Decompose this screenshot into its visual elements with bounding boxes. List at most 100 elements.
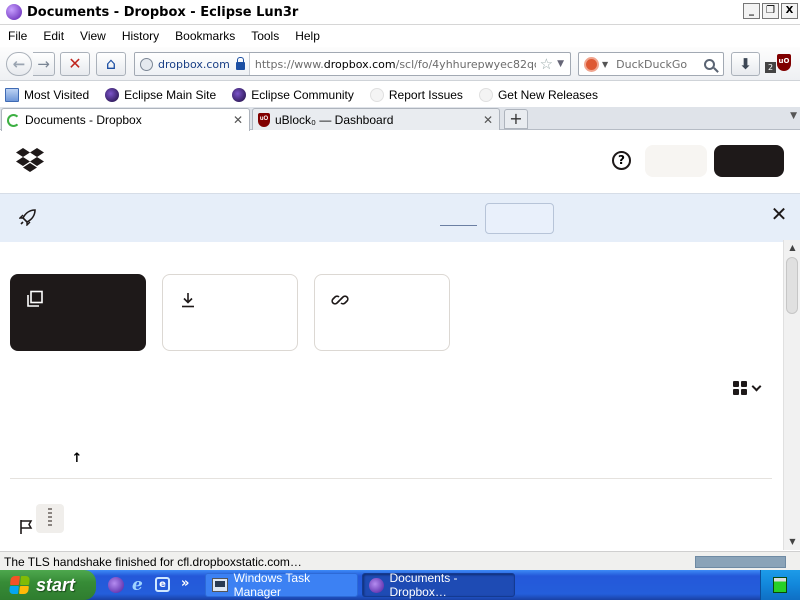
navigation-toolbar: ← → ✕ ⌂ dropbox.com https://www.dropbox.…	[0, 47, 800, 81]
forward-button[interactable]: →	[33, 52, 55, 76]
window-controls: _ ❐ X	[743, 3, 798, 19]
url-input[interactable]: https://www.dropbox.com/scl/fo/4yhhurepw…	[250, 58, 536, 71]
menu-view[interactable]: View	[79, 29, 112, 43]
task-manager-icon	[212, 578, 228, 592]
quicklaunch-browser-icon[interactable]: e	[155, 577, 170, 592]
ublock-shield-icon: uO	[777, 54, 791, 71]
menu-edit[interactable]: Edit	[42, 29, 70, 43]
tab-ublock-dashboard[interactable]: uO uBlock₀ — Dashboard ✕	[252, 108, 500, 130]
help-icon[interactable]: ?	[612, 151, 631, 170]
view-mode-toggle[interactable]	[733, 380, 771, 396]
quicklaunch-ie-icon[interactable]: e	[132, 577, 148, 594]
bookmark-most-visited[interactable]: Most Visited	[5, 87, 90, 102]
tab-list-chevron-icon[interactable]: ▼	[790, 111, 797, 121]
url-history-dropdown-icon[interactable]: ▼	[557, 59, 570, 69]
scroll-thumb[interactable]	[786, 257, 798, 314]
search-icon[interactable]	[704, 58, 715, 70]
close-window-button[interactable]: X	[781, 3, 798, 19]
downloads-button[interactable]: ⬇	[731, 52, 760, 76]
eclipse-icon	[369, 577, 384, 593]
scroll-down-arrow-icon[interactable]: ▼	[784, 534, 800, 550]
search-engine-dropdown-icon[interactable]: ▼	[602, 60, 608, 69]
search-input[interactable]: DuckDuckGo	[616, 58, 704, 71]
menu-bar: File Edit View History Bookmarks Tools H…	[0, 25, 800, 47]
windows-flag-icon	[9, 576, 31, 594]
copy-link-action-card[interactable]	[314, 274, 450, 351]
status-progress-bar	[695, 556, 786, 568]
bookmark-eclipse-main-site[interactable]: Eclipse Main Site	[105, 87, 217, 102]
back-button[interactable]: ←	[6, 52, 32, 76]
minimize-button[interactable]: _	[743, 3, 760, 19]
sort-arrow-up-icon[interactable]: ↑	[70, 451, 84, 467]
ublock-button[interactable]: uO 2	[765, 52, 796, 76]
status-bar: The TLS handshake finished for cfl.dropb…	[0, 551, 800, 570]
system-tray	[760, 570, 800, 600]
bookmark-book-icon	[5, 87, 19, 102]
bookmark-label: Report Issues	[388, 87, 463, 102]
sign-in-button[interactable]	[645, 145, 707, 177]
quicklaunch-eclipse-icon[interactable]	[108, 577, 124, 593]
new-tab-button[interactable]: +	[504, 109, 528, 129]
bookmark-eclipse-community[interactable]: Eclipse Community	[232, 87, 354, 102]
bookmark-label: Eclipse Main Site	[124, 87, 217, 102]
start-label: start	[36, 574, 76, 595]
stop-icon: ✕	[68, 54, 82, 73]
bookmark-get-new-releases[interactable]: Get New Releases	[478, 87, 598, 102]
tab-close-icon[interactable]: ✕	[231, 113, 245, 127]
task-label: Windows Task Manager	[233, 571, 311, 599]
window-titlebar: Documents - Dropbox - Eclipse Lun3r _ ❐ …	[0, 0, 800, 25]
taskbar-task-manager[interactable]: Windows Task Manager	[205, 571, 358, 599]
duckduckgo-icon[interactable]	[584, 56, 599, 72]
scroll-up-arrow-icon[interactable]: ▲	[784, 240, 800, 256]
download-action-card[interactable]	[162, 274, 298, 351]
banner-close-icon[interactable]: ✕	[770, 204, 788, 224]
link-icon	[331, 295, 349, 305]
list-header-divider	[10, 478, 772, 479]
url-bar[interactable]: dropbox.com https://www.dropbox.com/scl/…	[134, 52, 571, 76]
quicklaunch-more-chevron-icon[interactable]: »	[181, 576, 189, 591]
dropbox-header: ?	[0, 131, 800, 193]
menu-help[interactable]: Help	[294, 29, 326, 43]
zip-file-icon[interactable]	[36, 504, 64, 533]
windows-taskbar: start e e » Windows Task Manager Documen…	[0, 570, 800, 600]
chevron-down-icon	[751, 381, 762, 391]
tab-documents-dropbox[interactable]: Documents - Dropbox ✕	[1, 108, 250, 131]
ublock-shield-icon: uO	[258, 112, 270, 127]
search-bar[interactable]: ▼ DuckDuckGo	[578, 52, 724, 76]
bookmark-label: Most Visited	[24, 87, 90, 102]
stop-button[interactable]: ✕	[60, 52, 90, 76]
menu-bookmarks[interactable]: Bookmarks	[174, 29, 241, 43]
restore-button[interactable]: ❐	[762, 3, 779, 19]
eclipse-icon	[105, 87, 120, 102]
sign-up-button[interactable]	[714, 145, 784, 177]
bookmark-label: Get New Releases	[497, 87, 598, 102]
download-icon	[182, 293, 194, 308]
dropbox-logo-icon[interactable]	[16, 147, 44, 173]
home-icon: ⌂	[105, 54, 117, 73]
tab-close-icon[interactable]: ✕	[481, 113, 495, 127]
bookmark-report-issues[interactable]: Report Issues	[369, 87, 463, 102]
banner-action-button[interactable]	[485, 203, 554, 234]
forward-arrow-icon: →	[37, 55, 50, 73]
identity-site-label: dropbox.com	[158, 57, 230, 71]
menu-history[interactable]: History	[121, 29, 165, 43]
banner-link[interactable]	[440, 225, 477, 226]
grid-view-icon	[733, 381, 747, 395]
bookmarks-toolbar: Most Visited Eclipse Main Site Eclipse C…	[0, 82, 800, 107]
start-button[interactable]: start	[0, 570, 96, 600]
home-button[interactable]: ⌂	[96, 52, 126, 76]
blank-favicon-icon	[369, 87, 384, 102]
battery-icon[interactable]	[773, 577, 787, 593]
back-arrow-icon: ←	[12, 55, 26, 73]
bookmark-star-icon[interactable]: ☆	[536, 55, 557, 73]
tab-label: Documents - Dropbox	[25, 113, 142, 127]
menu-file[interactable]: File	[7, 29, 33, 43]
tab-label: uBlock₀ — Dashboard	[275, 112, 394, 127]
menu-tools[interactable]: Tools	[250, 29, 285, 43]
copy-action-card[interactable]	[10, 274, 146, 351]
task-label: Documents - Dropbox…	[389, 571, 458, 599]
flag-icon[interactable]	[19, 519, 33, 535]
page-scrollbar[interactable]: ▲ ▼	[783, 240, 800, 550]
taskbar-documents-dropbox[interactable]: Documents - Dropbox…	[362, 571, 515, 599]
site-identity-button[interactable]: dropbox.com	[135, 53, 250, 75]
